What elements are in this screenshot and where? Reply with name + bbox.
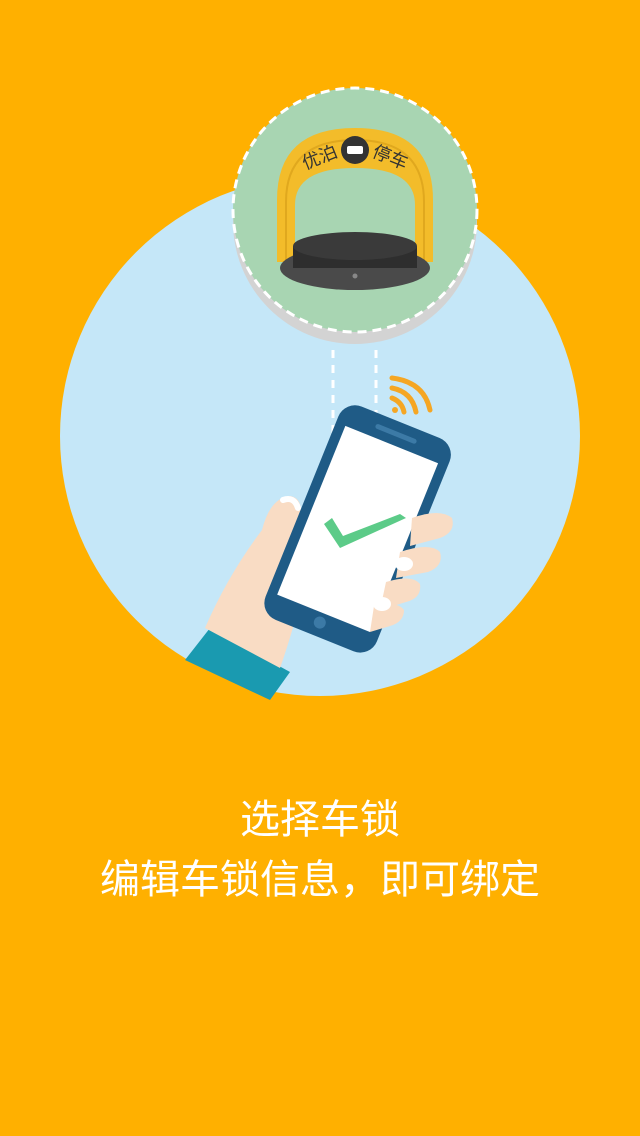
- onboarding-title: 选择车锁: [240, 797, 400, 843]
- onboarding-subtitle: 编辑车锁信息，即可绑定: [100, 857, 540, 903]
- onboarding-illustration: 优泊 停车: [60, 86, 580, 700]
- parking-lock-icon: 优泊 停车: [231, 86, 479, 344]
